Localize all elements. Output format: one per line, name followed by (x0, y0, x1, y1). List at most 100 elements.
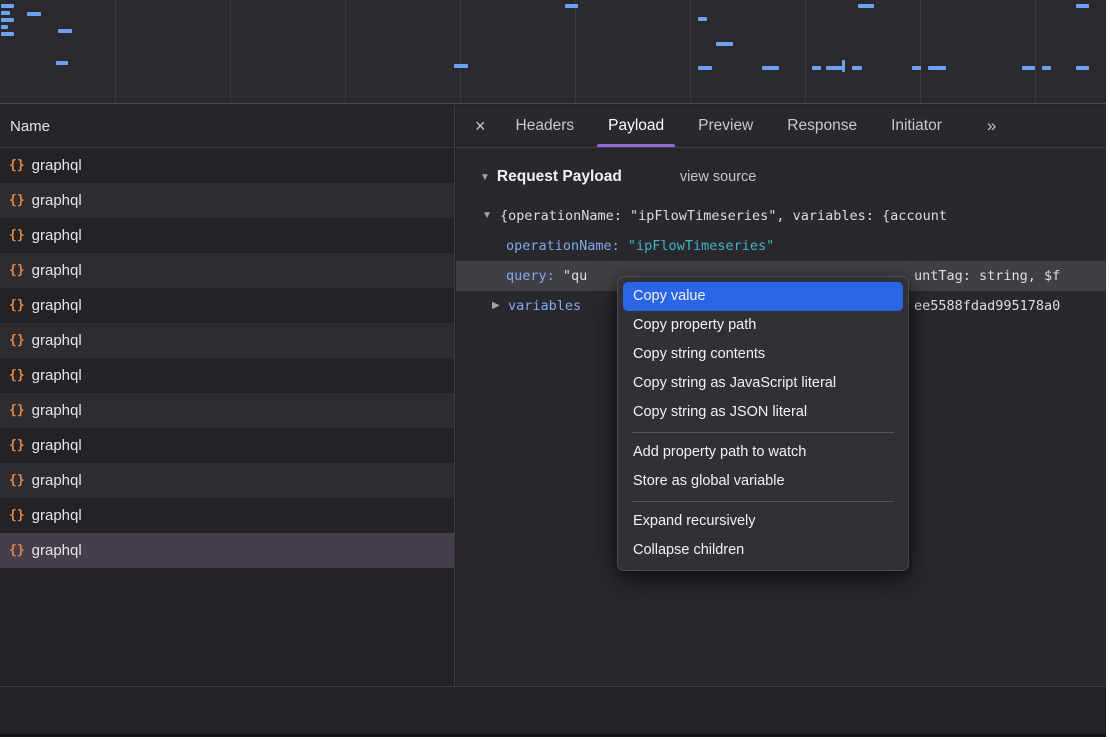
request-name: graphql (32, 472, 82, 489)
request-name: graphql (32, 157, 82, 174)
timeline-gridline (920, 0, 921, 104)
section-title: Request Payload (497, 168, 622, 186)
timeline-activity-bar (56, 61, 68, 65)
menu-item-store-as-global-variable[interactable]: Store as global variable (623, 467, 903, 496)
timeline-activity-bar (716, 42, 733, 46)
timeline-activity-bar (812, 66, 821, 70)
details-tabbar: × Headers Payload Preview Response Initi… (456, 105, 1106, 148)
tab-headers[interactable]: Headers (499, 105, 592, 147)
collapsed-triangle-icon (492, 291, 500, 321)
collapse-triangle-icon[interactable] (480, 172, 490, 183)
menu-item-copy-string-js-literal[interactable]: Copy string as JavaScript literal (623, 369, 903, 398)
timeline-activity-bar (565, 4, 578, 8)
timeline-activity-bar (1076, 66, 1089, 70)
request-row-selected[interactable]: {} graphql (0, 533, 454, 568)
request-name: graphql (32, 332, 82, 349)
tab-payload[interactable]: Payload (591, 105, 681, 147)
request-row[interactable]: {} graphql (0, 323, 454, 358)
json-braces-icon: {} (9, 263, 25, 278)
request-name: graphql (32, 507, 82, 524)
timeline-gridline (575, 0, 576, 104)
request-row[interactable]: {}graphql (0, 288, 454, 323)
request-name: graphql (32, 437, 82, 454)
request-list: {}graphql {}graphql {}graphql {}graphql … (0, 148, 454, 568)
menu-item-collapse-children[interactable]: Collapse children (623, 536, 903, 565)
timeline-gridline (690, 0, 691, 104)
timeline-activity-bar (27, 12, 41, 16)
tab-response[interactable]: Response (770, 105, 874, 147)
property-key: query: (506, 268, 563, 284)
menu-item-copy-string-json-literal[interactable]: Copy string as JSON literal (623, 398, 903, 427)
json-braces-icon: {} (9, 333, 25, 348)
timeline-activity-bar (1022, 66, 1035, 70)
context-menu: Copy value Copy property path Copy strin… (617, 276, 909, 571)
request-row[interactable]: {} graphql (0, 253, 454, 288)
menu-item-expand-recursively[interactable]: Expand recursively (623, 507, 903, 536)
timeline-activity-bar (1, 11, 10, 15)
timeline-gridline (345, 0, 346, 104)
requests-pane: Name {} graphql {} graphql {} graphql {} gra… (0, 105, 455, 686)
timeline-activity-bar (1, 4, 14, 8)
json-braces-icon: {} (9, 368, 25, 383)
name-column-header[interactable]: Name (0, 105, 454, 148)
request-name: graphql (32, 367, 82, 384)
request-row[interactable]: {} graphql (0, 148, 454, 183)
menu-item-copy-value[interactable]: Copy value (623, 282, 903, 311)
request-row[interactable]: {}graphql (0, 183, 454, 218)
json-braces-icon: {} (9, 543, 25, 558)
timeline-activity-bar (1, 25, 8, 29)
property-key: operationName: (506, 238, 628, 254)
timeline-activity-bar (1, 32, 14, 36)
tab-initiator[interactable]: Initiator (874, 105, 959, 147)
request-name: graphql (32, 227, 82, 244)
menu-separator (632, 432, 894, 433)
timeline-activity-bar (826, 66, 842, 70)
timeline-activity-bar (912, 66, 921, 70)
timeline-gridline (460, 0, 461, 104)
json-braces-icon: {} (9, 508, 25, 523)
request-row[interactable]: {} graphql (0, 358, 454, 393)
request-name: graphql (32, 297, 82, 314)
timeline-activity-bar (698, 17, 707, 21)
menu-item-copy-string-contents[interactable]: Copy string contents (623, 340, 903, 369)
network-overview-timeline[interactable] (0, 0, 1106, 104)
json-braces-icon: {} (9, 473, 25, 488)
timeline-activity-bar (58, 29, 72, 33)
timeline-activity-bar (698, 66, 712, 70)
request-row[interactable]: {} graphql (0, 218, 454, 253)
bottom-strip (0, 687, 1106, 737)
json-braces-icon: {} (9, 193, 25, 208)
request-name: graphql (32, 262, 82, 279)
timeline-gridline (230, 0, 231, 104)
request-name: graphql (32, 542, 82, 559)
expanded-triangle-icon (482, 201, 492, 231)
close-details-button[interactable]: × (462, 105, 499, 147)
view-source-link[interactable]: view source (680, 169, 757, 185)
timeline-gridline (805, 0, 806, 104)
timeline-activity-bar (1042, 66, 1051, 70)
more-tabs-button[interactable]: » (973, 105, 1010, 147)
payload-summary-row[interactable]: {operationName: "ipFlowTimeseries", vari… (456, 201, 1106, 231)
json-braces-icon: {} (9, 228, 25, 243)
request-row[interactable]: {} graphql (0, 498, 454, 533)
menu-item-copy-property-path[interactable]: Copy property path (623, 311, 903, 340)
timeline-activity-bar (842, 60, 845, 72)
menu-item-add-property-path-to-watch[interactable]: Add property path to watch (623, 438, 903, 467)
property-value-fragment-right: ee5588fdad995178a0 (914, 291, 1060, 321)
property-key: variables (508, 298, 581, 314)
json-braces-icon: {} (9, 403, 25, 418)
tab-preview[interactable]: Preview (681, 105, 770, 147)
devtools-window: Name {} graphql {} graphql {} graphql {} gra… (0, 0, 1106, 737)
timeline-activity-bar (1, 18, 14, 22)
request-row[interactable]: {}graphql (0, 393, 454, 428)
menu-separator (632, 501, 894, 502)
request-payload-section: Request Payload view source (456, 163, 1106, 191)
timeline-gridline (1035, 0, 1036, 104)
payload-summary-text: {operationName: "ipFlowTimeseries", vari… (500, 208, 947, 224)
request-row[interactable]: {} graphql (0, 463, 454, 498)
json-braces-icon: {} (9, 158, 25, 173)
payload-row-operation-name[interactable]: operationName: "ipFlowTimeseries" (456, 231, 1106, 261)
timeline-activity-bar (1076, 4, 1089, 8)
request-row[interactable]: {}graphql (0, 428, 454, 463)
timeline-activity-bar (454, 64, 468, 68)
